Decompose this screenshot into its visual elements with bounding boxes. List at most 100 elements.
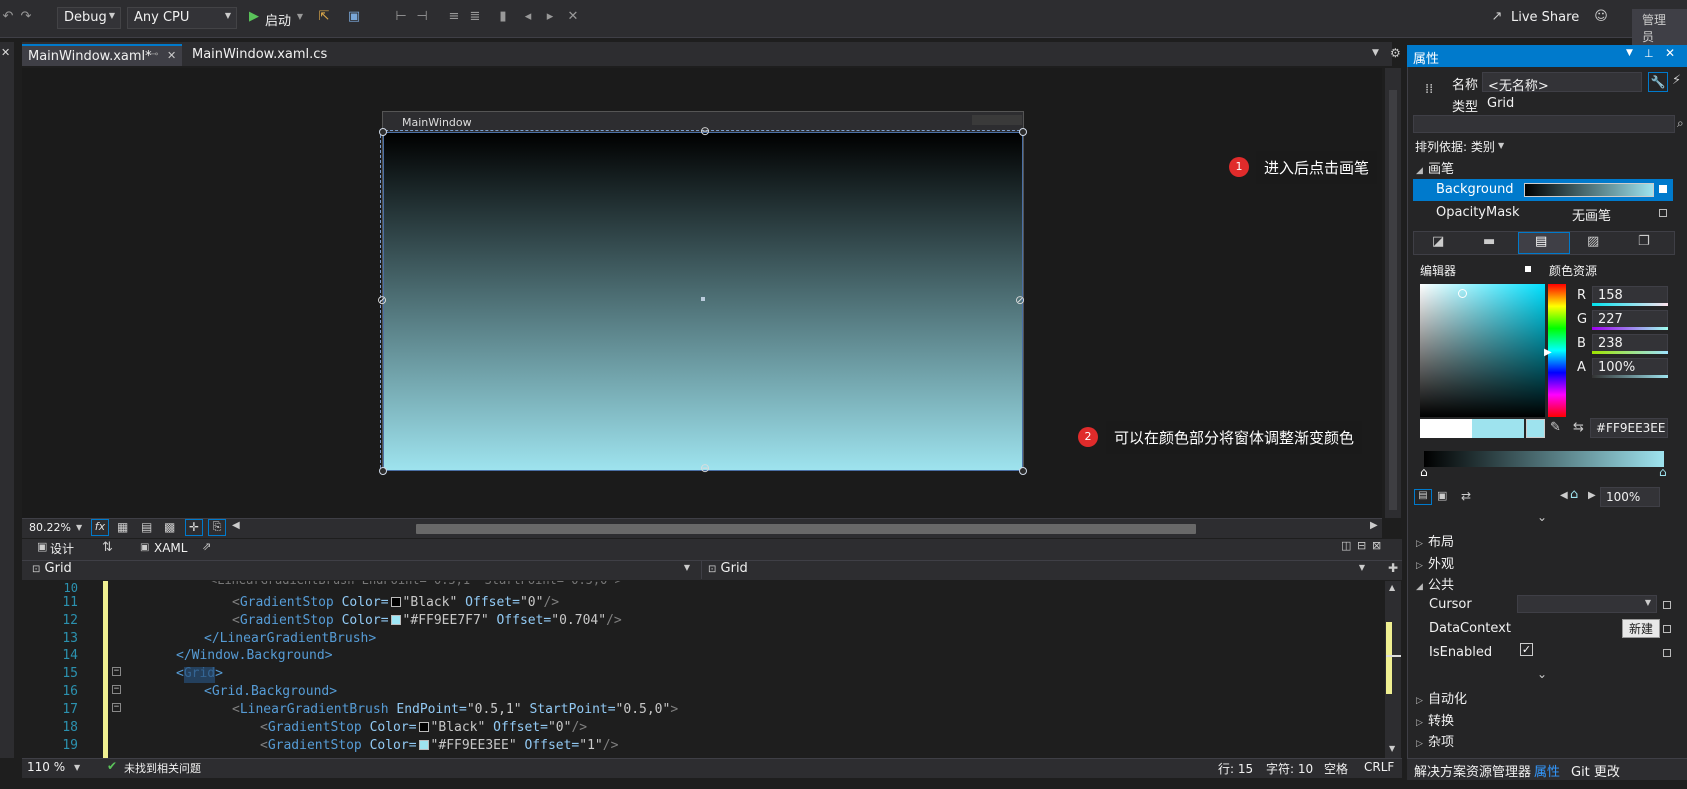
collapse-icon[interactable]: −: [112, 685, 121, 694]
color-resources-tab[interactable]: 颜色资源: [1549, 262, 1597, 279]
green-input[interactable]: 227: [1592, 310, 1668, 328]
collapse-pane-icon[interactable]: ⊠: [1372, 539, 1381, 552]
scroll-left-icon[interactable]: ◀: [232, 520, 240, 531]
grid-element[interactable]: [383, 132, 1023, 471]
solid-brush-icon[interactable]: ▬: [1483, 234, 1495, 249]
design-vscroll-thumb[interactable]: [1389, 90, 1397, 510]
align-icon[interactable]: ⊢: [393, 9, 409, 25]
project-code-icon[interactable]: ⎘: [208, 519, 226, 536]
tab-design[interactable]: 设计: [50, 540, 74, 557]
feedback-icon[interactable]: ☺: [1593, 9, 1609, 25]
scroll-right-icon[interactable]: ▶: [1370, 520, 1378, 531]
section-automation[interactable]: ▷ 自动化: [1416, 688, 1467, 707]
last-color-swatch[interactable]: [1526, 419, 1545, 438]
scroll-up-icon[interactable]: ▲: [1389, 583, 1395, 592]
add-split-icon[interactable]: ✚: [1388, 561, 1398, 575]
artboard-icon[interactable]: ▩: [164, 520, 175, 534]
radial-gradient-icon[interactable]: ▣: [1437, 489, 1447, 502]
section-misc[interactable]: ▷ 杂项: [1416, 731, 1454, 750]
gear-icon[interactable]: ⚙: [1390, 46, 1401, 60]
color-picker-cursor[interactable]: [1458, 289, 1467, 298]
pin-icon[interactable]: ⊸: [150, 49, 158, 60]
chevron-down-icon[interactable]: ▼: [1498, 141, 1504, 150]
tab-solution-explorer[interactable]: 解决方案资源管理器: [1414, 761, 1531, 780]
bookmark-clear-icon[interactable]: ✕: [565, 9, 581, 25]
prev-stop-icon[interactable]: ◀: [1560, 490, 1568, 501]
close-icon[interactable]: ✕: [1, 46, 10, 59]
resize-handle[interactable]: [1019, 467, 1027, 475]
advanced-options-icon[interactable]: [1663, 649, 1671, 657]
config-dropdown[interactable]: Debug ▼: [57, 7, 121, 29]
expand-more-icon[interactable]: ⌄: [1537, 510, 1547, 524]
tab-mainwindow-xaml[interactable]: MainWindow.xaml* ⊸ ✕: [22, 44, 182, 66]
reverse-gradient-icon[interactable]: ⇄: [1461, 489, 1471, 503]
close-icon[interactable]: ✕: [167, 49, 176, 62]
uncomment-icon[interactable]: ≣: [467, 9, 483, 25]
alpha-slider[interactable]: [1592, 375, 1668, 378]
advanced-options-icon[interactable]: [1659, 209, 1667, 217]
vertical-split-icon[interactable]: ◫: [1341, 539, 1351, 552]
opacity-mask-value[interactable]: 无画笔: [1572, 205, 1611, 224]
wrench-icon[interactable]: 🔧: [1648, 72, 1668, 92]
chevron-down-icon[interactable]: ▼: [292, 9, 308, 25]
green-slider[interactable]: [1592, 327, 1668, 330]
close-icon[interactable]: ✕: [1665, 46, 1675, 60]
editor-tab[interactable]: 编辑器: [1420, 262, 1456, 279]
editor-zoom-dropdown[interactable]: 110 %: [27, 760, 65, 774]
gradient-stop-start[interactable]: ⌂: [1420, 465, 1428, 479]
swap-panes-button[interactable]: ⇅: [102, 540, 113, 555]
chevron-down-icon[interactable]: ▼: [1372, 48, 1379, 58]
chevron-down-icon[interactable]: ▼: [74, 763, 80, 772]
undo-icon[interactable]: ↶: [0, 9, 16, 25]
collapse-icon[interactable]: −: [112, 703, 121, 712]
background-gradient-preview[interactable]: [1524, 183, 1654, 197]
chevron-down-icon[interactable]: ▼: [1626, 48, 1633, 58]
comment-icon[interactable]: ≡: [446, 9, 462, 25]
stop-offset-input[interactable]: 100%: [1600, 487, 1660, 507]
blue-slider[interactable]: [1592, 351, 1668, 354]
element-path-right[interactable]: ⊡ Grid ▼: [701, 561, 1371, 579]
hex-input[interactable]: #FF9EE3EE: [1590, 418, 1668, 438]
tab-properties[interactable]: 属性: [1534, 761, 1560, 780]
section-appearance[interactable]: ▷ 外观: [1416, 553, 1454, 572]
red-input[interactable]: 158: [1592, 286, 1668, 304]
linear-gradient-icon[interactable]: ▤: [1414, 489, 1432, 505]
swap-icon[interactable]: ⇆: [1573, 420, 1584, 435]
margin-anchor-icon[interactable]: ⊖: [700, 461, 710, 475]
new-datacontext-button[interactable]: 新建: [1622, 619, 1660, 638]
collapse-icon[interactable]: −: [112, 667, 121, 676]
horizontal-split-icon[interactable]: ⊟: [1357, 539, 1366, 552]
current-color-swatch[interactable]: [1472, 419, 1524, 438]
initial-color-swatch[interactable]: [1420, 419, 1472, 438]
expand-more-icon[interactable]: ⌄: [1537, 667, 1547, 681]
element-path-left[interactable]: ⊡ Grid ▼: [26, 561, 696, 579]
isenabled-checkbox[interactable]: ✓: [1520, 643, 1533, 656]
alpha-input[interactable]: 100%: [1592, 358, 1668, 376]
advanced-options-icon[interactable]: [1659, 185, 1667, 193]
xaml-designer-icon[interactable]: ▣: [346, 9, 362, 25]
issues-status[interactable]: 未找到相关问题: [124, 760, 201, 776]
resize-handle[interactable]: [1019, 128, 1027, 136]
lightning-icon[interactable]: ⚡: [1672, 73, 1681, 88]
color-picker-field[interactable]: [1420, 284, 1545, 417]
eyedropper-icon[interactable]: ✎: [1550, 420, 1561, 435]
eol-indicator[interactable]: CRLF: [1364, 760, 1394, 774]
spacing-indicator[interactable]: 空格: [1324, 760, 1348, 777]
null-brush-icon[interactable]: ◪: [1432, 234, 1444, 249]
resize-handle[interactable]: [379, 128, 387, 136]
popout-icon[interactable]: ⇗: [202, 540, 211, 553]
section-layout[interactable]: ▷ 布局: [1416, 531, 1454, 550]
section-transform[interactable]: ▷ 转换: [1416, 710, 1454, 729]
hue-slider-thumb[interactable]: ▶: [1544, 347, 1552, 358]
sort-by-dropdown[interactable]: 排列依据: 类别: [1415, 138, 1495, 155]
margin-anchor-icon[interactable]: ⊘: [377, 293, 387, 307]
advanced-options-icon[interactable]: [1663, 601, 1671, 609]
resource-brush-icon[interactable]: ❐: [1638, 234, 1650, 249]
grid-icon[interactable]: ▦: [117, 520, 128, 534]
pin-icon[interactable]: ⊥: [1644, 47, 1654, 60]
chevron-down-icon[interactable]: ▼: [76, 523, 82, 532]
platform-dropdown[interactable]: Any CPU ▼: [127, 7, 237, 29]
xaml-code-editor[interactable]: 10 <LinearGradientBrush EndPoint="0.5,1"…: [22, 581, 1382, 759]
red-slider[interactable]: [1592, 303, 1668, 306]
admin-badge[interactable]: 管理员: [1632, 9, 1687, 47]
